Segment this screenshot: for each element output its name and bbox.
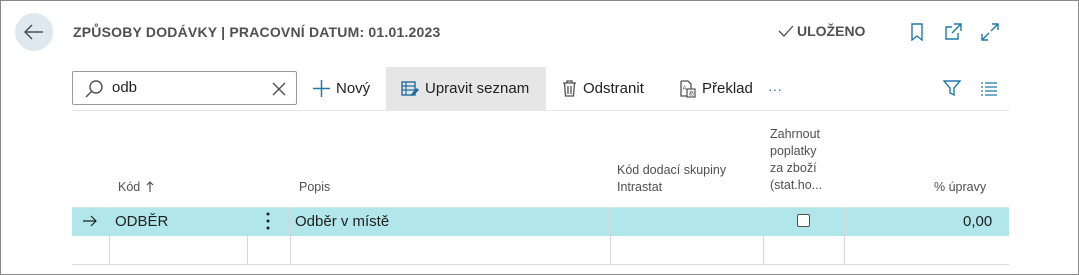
checkmark-icon — [778, 25, 794, 37]
cell-include-charges-checkbox[interactable] — [797, 214, 810, 227]
translate-label: Překlad — [702, 80, 753, 97]
new-button[interactable]: Nový — [311, 67, 377, 110]
column-header-intrastat-line2: Intrastat — [617, 180, 663, 194]
more-actions-button[interactable]: ··· — [768, 67, 792, 110]
delete-button[interactable]: Odstranit — [562, 67, 654, 110]
page-title: ZPŮSOBY DODÁVKY | PRACOVNÍ DATUM: 01.01.… — [73, 24, 441, 40]
column-divider — [290, 207, 291, 265]
sort-ascending-icon — [146, 181, 154, 192]
column-header-code[interactable]: Kód — [118, 179, 154, 196]
clear-search-icon[interactable] — [272, 82, 286, 96]
column-divider — [610, 207, 611, 265]
cell-code[interactable]: ODBĚR — [115, 213, 168, 230]
delete-label: Odstranit — [583, 80, 644, 97]
list-view-button[interactable] — [979, 78, 999, 98]
list-view-icon — [981, 82, 997, 96]
column-header-code-label: Kód — [118, 180, 141, 194]
back-button[interactable] — [15, 13, 53, 51]
expand-icon — [981, 23, 999, 41]
edit-list-label: Upravit seznam — [425, 80, 530, 97]
plus-icon — [313, 80, 330, 97]
column-header-intrastat-line1: Kód dodací skupiny — [617, 163, 727, 177]
expand-button[interactable] — [980, 22, 1000, 42]
column-header-include-line1: Zahrnout — [770, 127, 821, 141]
more-actions-label: ··· — [768, 80, 782, 97]
column-header-include-line2: poplatky — [770, 144, 817, 158]
svg-text:A: A — [683, 86, 687, 92]
column-header-include-line4: (stat.ho... — [770, 178, 823, 192]
row-indicator-arrow-icon — [83, 215, 97, 227]
row-menu-icon[interactable] — [266, 212, 270, 230]
column-divider — [109, 207, 110, 265]
open-in-new-window-icon — [945, 23, 962, 40]
search-box[interactable] — [72, 71, 297, 105]
svg-text:あ: あ — [689, 90, 695, 97]
column-divider — [844, 207, 845, 265]
cell-description[interactable]: Odběr v místě — [295, 213, 389, 230]
column-divider — [247, 207, 248, 265]
column-header-description[interactable]: Popis — [299, 179, 330, 196]
bookmark-button[interactable] — [907, 22, 927, 42]
cell-adjustment[interactable]: 0,00 — [963, 213, 992, 230]
saved-label: ULOŽENO — [797, 23, 866, 39]
saved-status: ULOŽENO — [778, 23, 865, 39]
column-header-adjustment[interactable]: % úpravy — [934, 179, 986, 196]
edit-list-button[interactable]: Upravit seznam — [386, 67, 546, 110]
translate-button[interactable]: Aあ Překlad — [678, 67, 758, 110]
table-row-selected[interactable] — [72, 207, 1009, 236]
filter-icon — [943, 80, 961, 97]
arrow-left-icon — [24, 24, 43, 40]
edit-list-icon — [401, 80, 419, 96]
bookmark-icon — [911, 23, 923, 41]
action-bar-divider — [72, 110, 1009, 111]
trash-icon — [563, 80, 576, 97]
column-header-intrastat-group[interactable]: Kód dodací skupiny Intrastat — [617, 162, 726, 196]
search-icon — [85, 80, 103, 98]
column-header-include-line3: za zboží — [770, 161, 817, 175]
translate-icon: Aあ — [680, 79, 696, 98]
new-label: Nový — [336, 80, 371, 97]
table-row-empty[interactable] — [72, 236, 1009, 265]
open-in-new-window-button[interactable] — [943, 22, 963, 42]
page-frame: ZPŮSOBY DODÁVKY | PRACOVNÍ DATUM: 01.01.… — [0, 0, 1079, 275]
column-header-include-charges[interactable]: Zahrnout poplatky za zboží (stat.ho... — [770, 126, 822, 194]
filter-button[interactable] — [942, 78, 962, 98]
search-input[interactable] — [112, 79, 262, 96]
column-divider — [763, 207, 764, 265]
